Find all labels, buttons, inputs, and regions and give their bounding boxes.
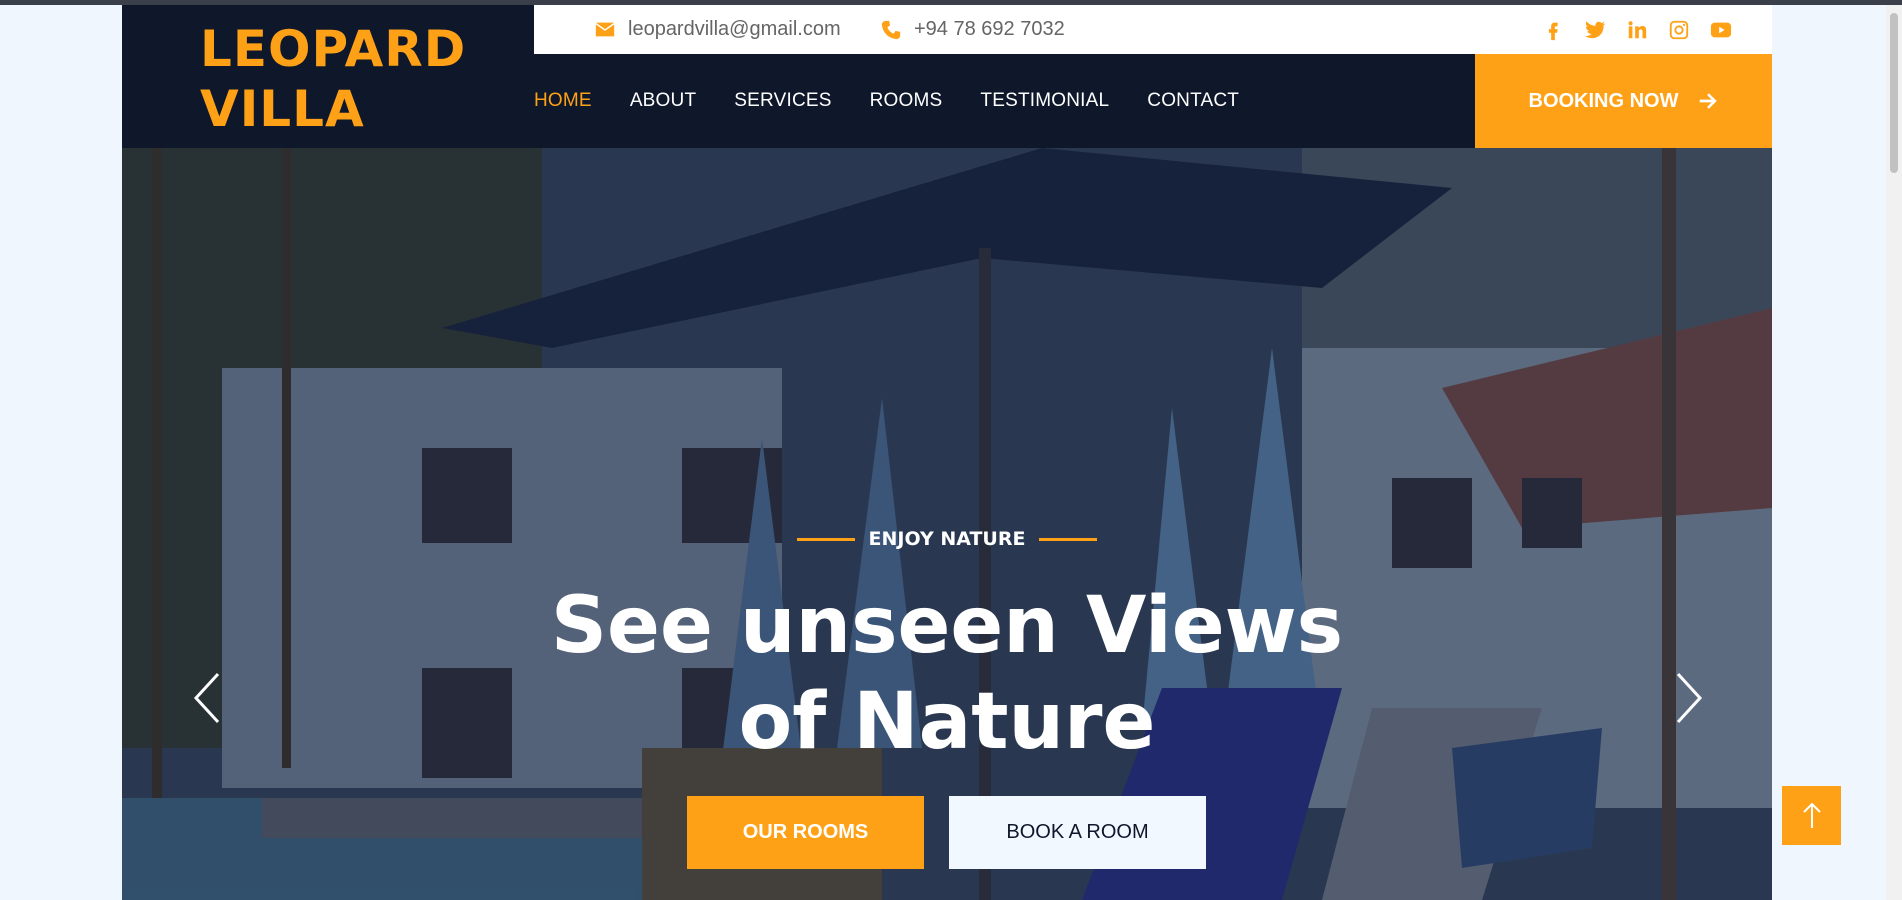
hero-carousel: ENJOY NATURE See unseen Views of Nature … <box>122 148 1772 900</box>
nav-services[interactable]: SERVICES <box>734 90 831 112</box>
our-rooms-button[interactable]: OUR ROOMS <box>687 796 924 869</box>
eyebrow-line-right <box>1039 537 1098 541</box>
envelope-icon <box>595 22 615 36</box>
scrollbar-thumb[interactable] <box>1890 13 1898 173</box>
hero-title-line-1: See unseen Views <box>550 581 1344 671</box>
carousel-next-button[interactable] <box>1662 668 1712 728</box>
contact-topbar: leopardvilla@gmail.com +94 78 692 7032 <box>534 5 1772 54</box>
nav-contact[interactable]: CONTACT <box>1147 90 1239 112</box>
facebook-icon[interactable] <box>1542 19 1564 41</box>
instagram-icon[interactable] <box>1668 19 1690 41</box>
back-to-top-button[interactable] <box>1782 786 1841 845</box>
phone-icon <box>881 20 901 39</box>
phone-number: +94 78 692 7032 <box>914 18 1065 40</box>
youtube-icon[interactable] <box>1710 19 1732 41</box>
nav-about[interactable]: ABOUT <box>630 90 696 112</box>
social-links <box>1542 5 1732 54</box>
carousel-prev-button[interactable] <box>184 668 234 728</box>
logo-line-1: LEOPARD <box>200 20 467 78</box>
arrow-up-icon <box>1802 802 1821 828</box>
email-contact[interactable]: leopardvilla@gmail.com <box>594 5 841 54</box>
phone-contact[interactable]: +94 78 692 7032 <box>880 5 1065 54</box>
site-header: LEOPARD VILLA leopardvilla@gmail.com +94… <box>122 5 1772 148</box>
linkedin-icon[interactable] <box>1626 19 1648 41</box>
twitter-icon[interactable] <box>1584 19 1606 41</box>
booking-now-button[interactable]: BOOKING NOW <box>1475 54 1772 148</box>
hero-title: See unseen Views of Nature <box>122 578 1772 770</box>
website: LEOPARD VILLA leopardvilla@gmail.com +94… <box>122 5 1772 900</box>
chevron-right-icon <box>1676 672 1703 724</box>
logo-line-2: VILLA <box>200 80 365 138</box>
eyebrow-text: ENJOY NATURE <box>868 528 1026 550</box>
hero-overlay <box>122 148 1772 900</box>
page-scrollbar[interactable] <box>1886 5 1902 900</box>
chevron-left-icon <box>193 672 220 724</box>
site-logo[interactable]: LEOPARD VILLA <box>200 19 466 139</box>
nav-rooms[interactable]: ROOMS <box>870 90 943 112</box>
booking-now-label: BOOKING NOW <box>1528 89 1679 112</box>
nav-home[interactable]: HOME <box>534 90 592 112</box>
main-nav: HOME ABOUT SERVICES ROOMS TESTIMONIAL CO… <box>534 54 1239 148</box>
book-a-room-button[interactable]: BOOK A ROOM <box>949 796 1206 869</box>
hero-eyebrow: ENJOY NATURE <box>122 528 1772 550</box>
arrow-right-icon <box>1699 93 1717 109</box>
nav-testimonial[interactable]: TESTIMONIAL <box>980 90 1109 112</box>
email-address: leopardvilla@gmail.com <box>628 18 841 40</box>
eyebrow-line-left <box>796 537 855 541</box>
hero-title-line-2: of Nature <box>738 677 1156 767</box>
